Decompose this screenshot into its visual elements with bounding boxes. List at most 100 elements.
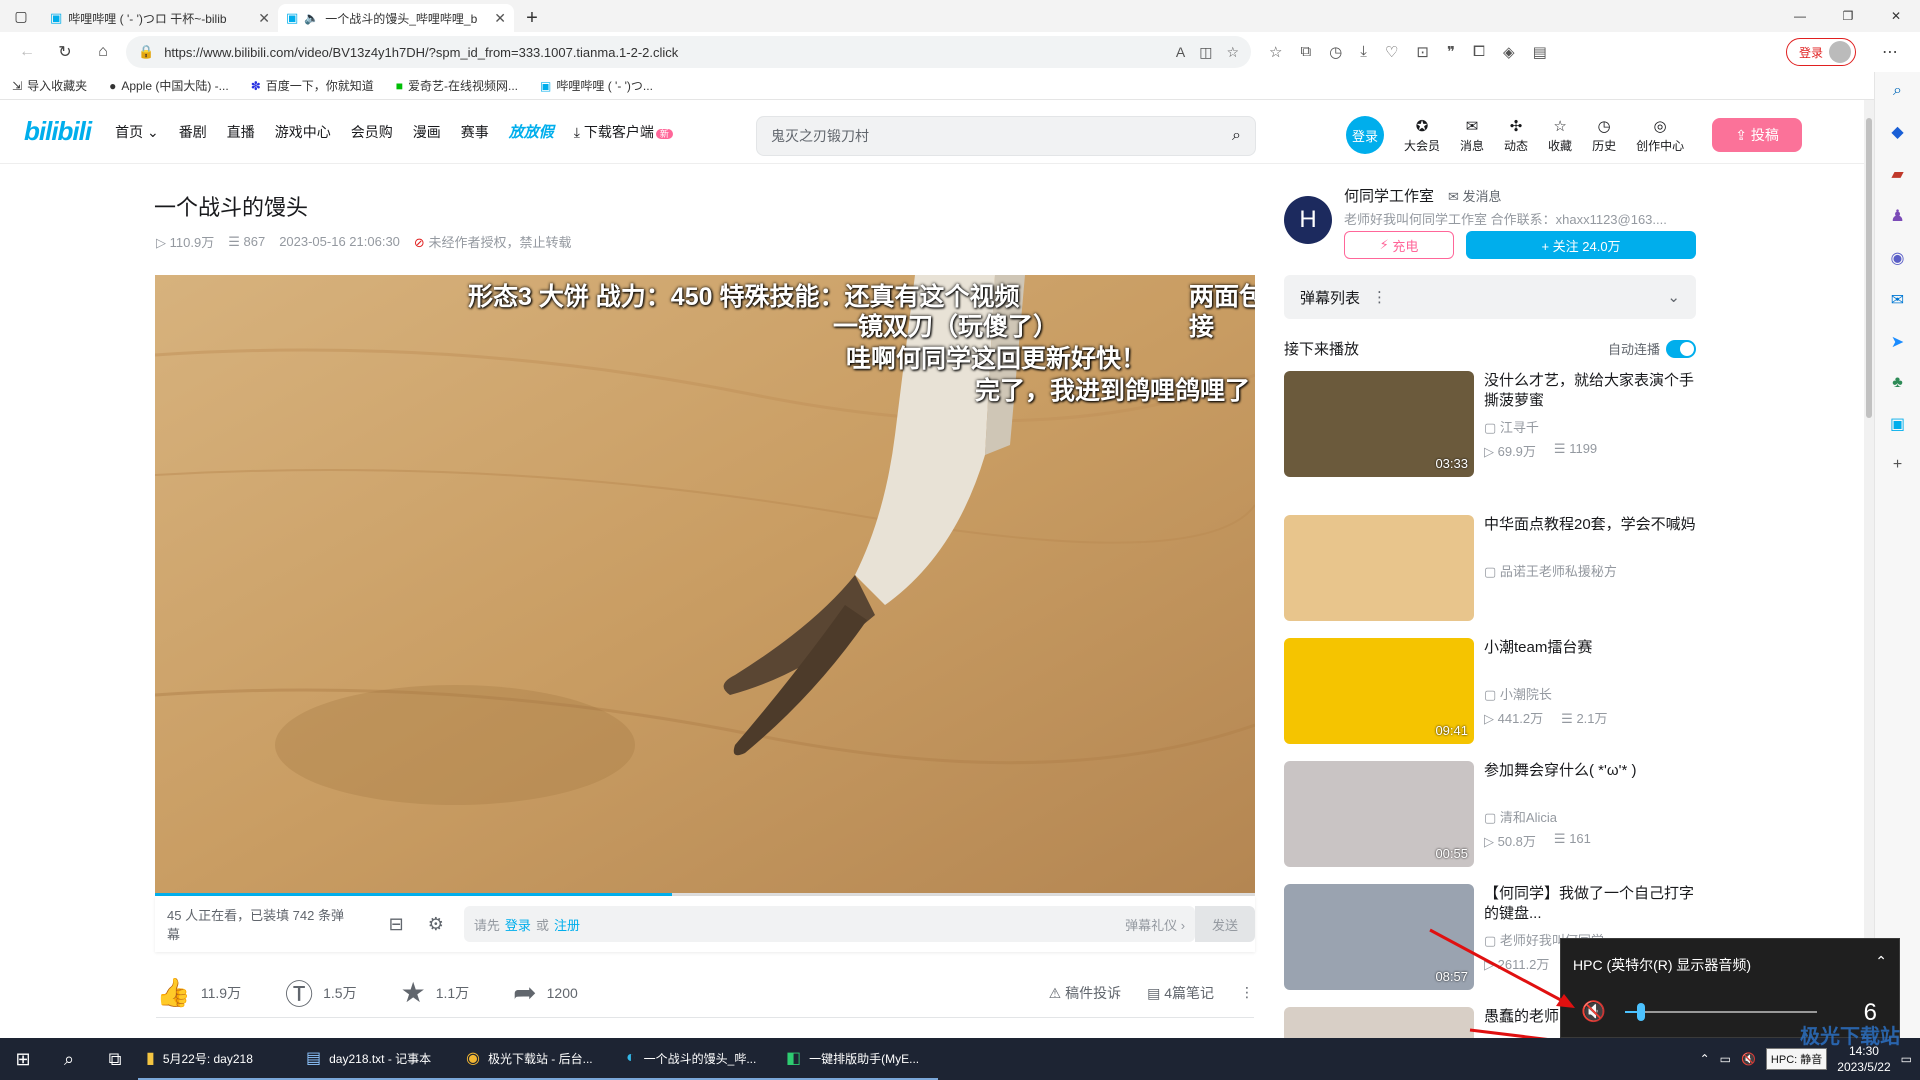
rec-author[interactable]: ▢ 江寻千: [1484, 417, 1539, 436]
minimize-icon[interactable]: —: [1776, 0, 1824, 32]
post-button[interactable]: ⇪ 投稿: [1712, 118, 1803, 152]
back-icon[interactable]: ←: [12, 37, 42, 67]
people-icon[interactable]: ♟: [1890, 206, 1904, 226]
header-creator[interactable]: ◎ 创作中心: [1636, 117, 1684, 154]
profile-login-button[interactable]: 登录: [1785, 38, 1856, 66]
nav-home[interactable]: 首页 ⌄: [115, 122, 159, 142]
home-icon[interactable]: ⌂: [88, 37, 118, 67]
charge-button[interactable]: ⚡ 充电: [1344, 231, 1454, 259]
search-icon[interactable]: ⌕: [1893, 82, 1902, 100]
close-window-icon[interactable]: ✕: [1872, 0, 1920, 32]
favorite-item[interactable]: ■ 爱奇艺-在线视频网...: [396, 77, 518, 94]
favorite-item[interactable]: ● Apple (中国大陆) -...: [109, 77, 229, 94]
refresh-icon[interactable]: ↻: [50, 37, 80, 67]
security-icon[interactable]: ◈: [1503, 43, 1515, 61]
danmaku-settings-icon[interactable]: ⚙: [428, 914, 444, 935]
rec-thumbnail[interactable]: [1284, 515, 1474, 621]
favorite-item[interactable]: ▣ 哔哩哔哩 ( '- ')つ...: [540, 77, 653, 94]
uploader-name[interactable]: 何同学工作室: [1344, 185, 1434, 206]
restore-icon[interactable]: ❐: [1824, 0, 1872, 32]
tree-icon[interactable]: ♣: [1892, 374, 1903, 392]
follow-button[interactable]: + 关注 24.0万: [1466, 231, 1696, 259]
rec-thumbnail[interactable]: 00:55: [1284, 761, 1474, 867]
read-aloud-icon[interactable]: A: [1176, 44, 1185, 61]
send-icon[interactable]: ➤: [1891, 332, 1904, 352]
danmaku-send-button[interactable]: 发送: [1195, 906, 1255, 942]
scrollbar-thumb[interactable]: [1866, 118, 1872, 418]
search-icon[interactable]: ⌕: [1232, 127, 1241, 145]
url-field[interactable]: 🔒 https://www.bilibili.com/video/BV13z4y…: [126, 36, 1251, 68]
search-icon[interactable]: ⌕: [46, 1049, 92, 1070]
close-tab-icon[interactable]: ✕: [258, 10, 270, 27]
header-dynamic[interactable]: ✣ 动态: [1504, 117, 1528, 154]
chevron-down-icon[interactable]: ⌄: [1667, 288, 1680, 306]
sidebar-toggle-icon[interactable]: ▤: [1533, 43, 1547, 61]
header-messages[interactable]: ✉ 消息: [1460, 117, 1484, 154]
rec-title[interactable]: 没什么才艺，就给大家表演个手撕菠萝蜜: [1484, 371, 1696, 411]
report-button[interactable]: ⚠ 稿件投诉: [1049, 983, 1121, 1003]
login-button[interactable]: 登录: [1346, 116, 1384, 154]
more-icon[interactable]: ⋯: [1882, 42, 1898, 62]
notes-button[interactable]: ▤ 4篇笔记: [1147, 983, 1214, 1003]
nav-game[interactable]: 游戏中心: [275, 122, 331, 142]
speaker-icon[interactable]: 🔈: [304, 11, 319, 25]
rec-thumbnail[interactable]: 03:33: [1284, 371, 1474, 477]
taskbar-app-chrome[interactable]: ◉ 极光下载站 - 后台...: [458, 1038, 618, 1080]
taskbar-app-myeditor[interactable]: ◧ 一键排版助手(MyE...: [778, 1038, 938, 1080]
rec-thumbnail[interactable]: 08:57: [1284, 884, 1474, 990]
favorites-icon[interactable]: ☆: [1269, 43, 1282, 61]
task-view-icon[interactable]: ⧉: [92, 1049, 138, 1070]
taskbar-app-edge[interactable]: ◐ 一个战斗的馒头_哔...: [618, 1038, 778, 1080]
like-button[interactable]: 👍 11.9万: [156, 976, 241, 1009]
rec-title[interactable]: 参加舞会穿什么( *'ω'* ): [1484, 761, 1696, 781]
taskbar-app-notepad[interactable]: ▤ day218.txt - 记事本: [298, 1038, 458, 1080]
rec-title[interactable]: 中华面点教程20套，学会不喊妈: [1484, 515, 1696, 535]
rec-author[interactable]: ▢ 清和Alicia: [1484, 807, 1557, 826]
share-button[interactable]: ➦ 1200: [513, 976, 578, 1009]
danmaku-login-link[interactable]: 登录: [505, 915, 531, 934]
heartbeat-icon[interactable]: ♡: [1385, 43, 1398, 61]
danmaku-etiquette-link[interactable]: 弹幕礼仪 ›: [1125, 915, 1185, 934]
taskbar-app-folder[interactable]: ▮ 5月22号: day218: [138, 1038, 298, 1080]
rec-title[interactable]: 小潮team擂台赛: [1484, 638, 1696, 658]
favorite-item[interactable]: ✽ 百度一下，你就知道: [251, 77, 374, 94]
collections-icon[interactable]: ⧉: [1300, 43, 1311, 61]
danmaku-toggle-icon[interactable]: ⊟: [389, 914, 404, 935]
nav-manga[interactable]: 漫画: [413, 122, 441, 142]
uploader-avatar[interactable]: H: [1284, 196, 1332, 244]
send-message-button[interactable]: ✉ 发消息: [1448, 186, 1502, 205]
add-favorite-icon[interactable]: ☆: [1226, 44, 1239, 61]
coin-button[interactable]: Ⓣ 1.5万: [285, 973, 356, 1013]
rec-thumbnail[interactable]: 09:41: [1284, 638, 1474, 744]
chevron-up-icon[interactable]: ⌃: [1875, 953, 1887, 970]
briefcase-icon[interactable]: ▰: [1891, 164, 1903, 184]
rec-video-card[interactable]: 03:33 没什么才艺，就给大家表演个手撕菠萝蜜 ▢ 江寻千 ▷ 69.9万 ☰ 119…: [1284, 371, 1696, 479]
browser-tab-2[interactable]: ▣ 🔈 一个战斗的馒头_哔哩哔哩_b ✕: [278, 4, 514, 32]
copilot-icon[interactable]: ◉: [1891, 248, 1905, 268]
rec-author[interactable]: ▢ 品诺王老师私援秘方: [1484, 561, 1617, 580]
screenshot-icon[interactable]: ⊡: [1416, 43, 1429, 61]
network-icon[interactable]: ▭: [1720, 1052, 1731, 1066]
nav-bangumi[interactable]: 番剧: [179, 122, 207, 142]
tag-icon[interactable]: ◆: [1891, 122, 1903, 142]
rec-author[interactable]: ▢ 小潮院长: [1484, 684, 1552, 703]
volume-slider[interactable]: [1625, 1011, 1817, 1013]
download-icon[interactable]: ⤓: [1360, 43, 1367, 61]
new-tab-button[interactable]: +: [514, 4, 550, 32]
nav-esports[interactable]: 赛事: [461, 122, 489, 142]
danmaku-register-link[interactable]: 注册: [554, 915, 580, 934]
header-vip[interactable]: ✪ 大会员: [1404, 117, 1440, 154]
notification-icon[interactable]: ▭: [1901, 1052, 1912, 1066]
header-favorites[interactable]: ☆ 收藏: [1548, 117, 1572, 154]
header-history[interactable]: ◷ 历史: [1592, 117, 1616, 154]
mute-speaker-icon[interactable]: 🔇: [1581, 999, 1606, 1024]
nav-live[interactable]: 直播: [227, 122, 255, 142]
mute-speaker-icon[interactable]: 🔇: [1741, 1052, 1756, 1066]
rec-video-card[interactable]: 中华面点教程20套，学会不喊妈 ▢ 品诺王老师私援秘方: [1284, 515, 1696, 623]
rec-title[interactable]: 【何同学】我做了一个自己打字的键盘...: [1484, 884, 1696, 924]
nav-download[interactable]: ⤓ 下载客户端新: [574, 122, 673, 142]
chevron-up-icon[interactable]: ⌃: [1700, 1052, 1710, 1066]
video-player[interactable]: 形态3 大饼 战力：450 特殊技能：还真有这个视频 一镜双刀（玩傻了） 哇啊何…: [155, 275, 1255, 893]
danmaku-list-panel[interactable]: 弹幕列表 ⋮ ⌄: [1284, 275, 1696, 319]
windows-start-icon[interactable]: ⊞: [0, 1049, 46, 1070]
